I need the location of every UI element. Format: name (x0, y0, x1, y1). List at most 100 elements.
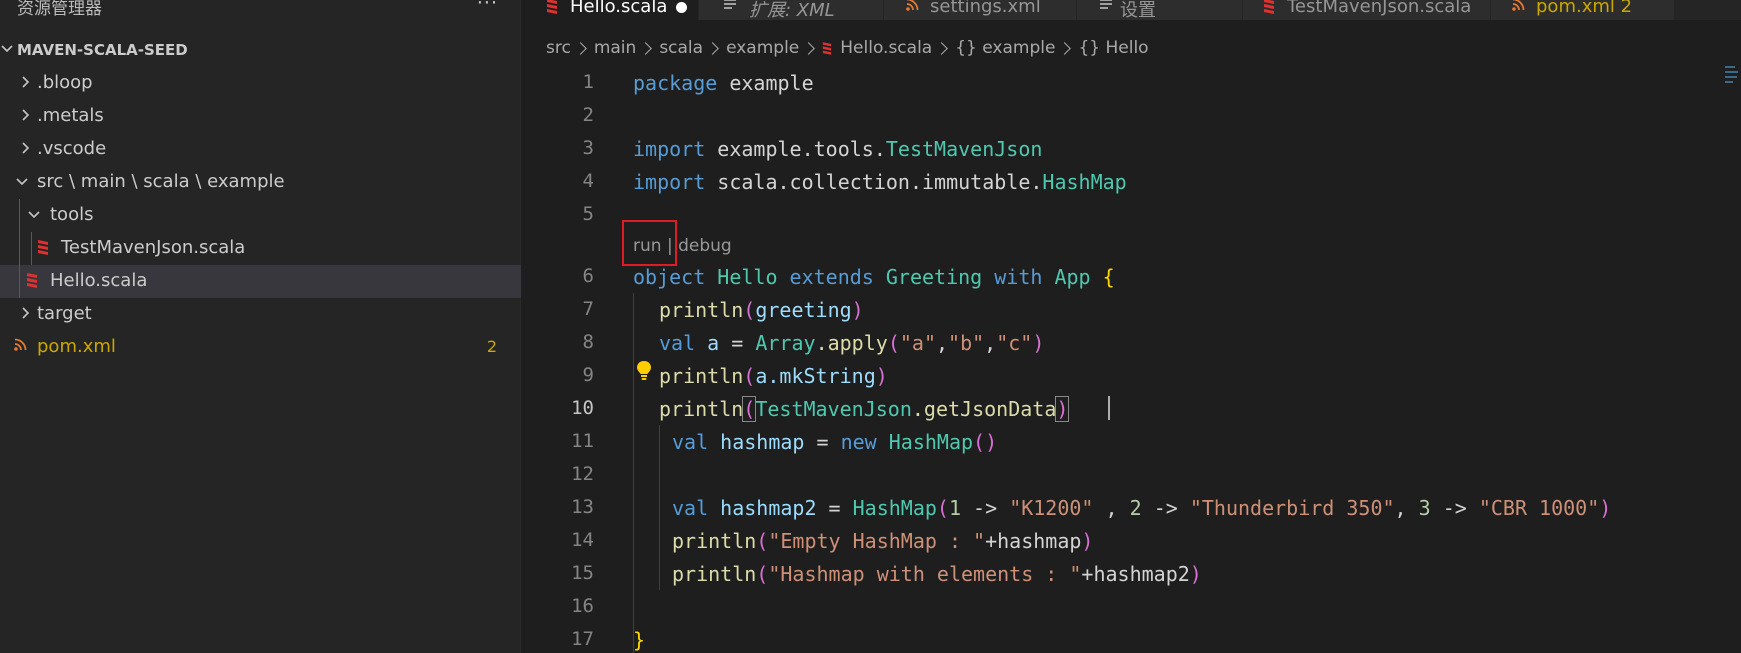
code-editor[interactable]: 1 package example 2 3 import example.too… (521, 66, 1741, 653)
token: ( (936, 496, 949, 520)
tree-item-pom-xml[interactable]: pom.xml 2 (0, 331, 521, 364)
token: "Thunderbird 350" (1189, 496, 1395, 520)
tab-settings[interactable]: 设置 (1077, 0, 1243, 20)
token: "a" (899, 331, 936, 355)
tab-pom-xml[interactable]: pom.xml 2 (1491, 0, 1675, 20)
code-text: println(greeting) (659, 298, 864, 322)
tree-item-label: target (37, 303, 92, 324)
chevron-down-icon (28, 211, 40, 219)
token: , (935, 331, 949, 355)
token: , (1394, 496, 1419, 520)
token: = (719, 331, 756, 355)
tab-hello-scala[interactable]: Hello.scala (521, 0, 699, 20)
code-line-current[interactable]: 10 println(TestMavenJson.getJsonData) (521, 392, 1726, 425)
token: ( (742, 396, 757, 422)
line-number: 6 (582, 265, 594, 287)
token: "K1200" (1009, 496, 1094, 520)
token: HashMap (1042, 170, 1127, 194)
token: +hashmap2 (1081, 562, 1190, 586)
indent-guide (19, 199, 20, 298)
token: println (659, 364, 744, 388)
line-number: 14 (571, 529, 594, 551)
tree-item-metals[interactable]: .metals (0, 100, 521, 133)
code-line[interactable]: 16 (521, 590, 1726, 623)
code-line[interactable]: 12 (521, 458, 1726, 491)
tree-item-label: .metals (37, 105, 104, 126)
chevron-right-icon (935, 41, 949, 55)
code-line[interactable]: 8 val a = Array.apply("a","b","c") (521, 326, 1726, 359)
tree-item-src-main-scala-example[interactable]: src \ main \ scala \ example (0, 166, 521, 199)
token: example.tools. (705, 137, 886, 161)
tree-item-target[interactable]: target (0, 298, 521, 331)
token: "CBR 1000" (1478, 496, 1600, 520)
token: ) (1055, 396, 1070, 422)
code-line[interactable]: 11 val hashmap = new HashMap() (521, 425, 1726, 458)
more-actions-icon[interactable]: ··· (477, 0, 498, 14)
code-line[interactable]: 2 (521, 99, 1726, 132)
minimap-line (1725, 66, 1735, 68)
tree-item-label: .bloop (37, 72, 93, 93)
line-number: 16 (571, 595, 594, 617)
token: Array (755, 331, 816, 355)
indent-guide (31, 232, 32, 265)
code-line[interactable]: 6 object Hello extends Greeting with App… (521, 260, 1726, 293)
project-folder-header[interactable]: MAVEN-SCALA-SEED (0, 38, 520, 62)
code-line[interactable]: 9 println(a.mkString) (521, 359, 1726, 392)
code-line[interactable]: 5 (521, 198, 1726, 231)
chevron-down-icon (1, 45, 13, 53)
unsaved-dot-icon[interactable] (676, 2, 687, 13)
code-line[interactable]: 15 println("Hashmap with elements : "+ha… (521, 557, 1726, 590)
code-line[interactable]: 13 val hashmap2 = HashMap(1 -> "K1200" ,… (521, 491, 1726, 524)
tab-label: pom.xml 2 (1536, 0, 1632, 17)
token: hashmap (708, 430, 805, 454)
breadcrumb-item-hello-scala[interactable]: Hello.scala (840, 38, 932, 58)
token: HashMap (852, 496, 937, 520)
breadcrumb-item-symbol-hello[interactable]: {} Hello (1078, 38, 1148, 58)
code-line[interactable]: 1 package example (521, 66, 1726, 99)
token: 3 (1418, 496, 1431, 520)
code-text: println(TestMavenJson.getJsonData) (659, 396, 1070, 422)
breadcrumb-item-symbol-example[interactable]: {} example (955, 38, 1055, 58)
code-line[interactable]: 3 import example.tools.TestMavenJson (521, 132, 1726, 165)
minimap[interactable] (1725, 66, 1739, 106)
scala-file-icon (27, 273, 37, 288)
breadcrumb-item-src[interactable]: src (546, 38, 571, 58)
tab-label: settings.xml (930, 0, 1041, 17)
tree-item-bloop[interactable]: .bloop (0, 67, 521, 100)
tree-item-hello-scala[interactable]: Hello.scala (0, 265, 521, 298)
tab-label-text: pom.xml (1536, 0, 1615, 17)
tree-item-tools[interactable]: tools (0, 199, 521, 232)
token: ) (851, 298, 864, 322)
code-line[interactable]: 4 import scala.collection.immutable.Hash… (521, 165, 1726, 198)
tree-item-label: Hello.scala (50, 270, 148, 291)
line-number: 2 (582, 104, 594, 126)
indent-guide (659, 425, 660, 590)
token: import (633, 170, 706, 194)
token: ( (756, 562, 769, 586)
token: "Empty HashMap : " (768, 529, 986, 553)
code-line[interactable]: 17 } (521, 623, 1726, 653)
tab-settings-xml[interactable]: settings.xml (884, 0, 1077, 20)
tab-testmavenjson[interactable]: TestMavenJson.scala (1243, 0, 1491, 20)
settings-list-icon (1100, 0, 1112, 9)
token: -> (1430, 496, 1479, 520)
code-text: println(a.mkString) (659, 364, 888, 388)
breadcrumb-item-main[interactable]: main (594, 38, 636, 58)
token: ) (1081, 529, 1094, 553)
breadcrumb-item-example[interactable]: example (726, 38, 799, 58)
line-number: 11 (571, 430, 594, 452)
tab-extension-xml[interactable]: 扩展: XML (699, 0, 884, 20)
tree-item-vscode[interactable]: .vscode (0, 133, 521, 166)
code-text: val hashmap2 = HashMap(1 -> "K1200" , 2 … (672, 496, 1611, 520)
code-line[interactable]: 7 println(greeting) (521, 293, 1726, 326)
token: ) (1599, 496, 1612, 520)
code-line[interactable]: 14 println("Empty HashMap : "+hashmap) (521, 524, 1726, 557)
token: val (672, 430, 709, 454)
explorer-sidebar: 资源管理器 ··· MAVEN-SCALA-SEED .bloop .metal… (0, 0, 521, 653)
lightbulb-icon[interactable] (636, 360, 652, 382)
breadcrumb-item-scala[interactable]: scala (659, 38, 703, 58)
codelens-debug-link[interactable]: debug (678, 236, 732, 256)
tree-item-testmavenjson[interactable]: TestMavenJson.scala (0, 232, 521, 265)
code-text: object Hello extends Greeting with App { (633, 265, 1115, 289)
tab-label: TestMavenJson.scala (1287, 0, 1472, 17)
